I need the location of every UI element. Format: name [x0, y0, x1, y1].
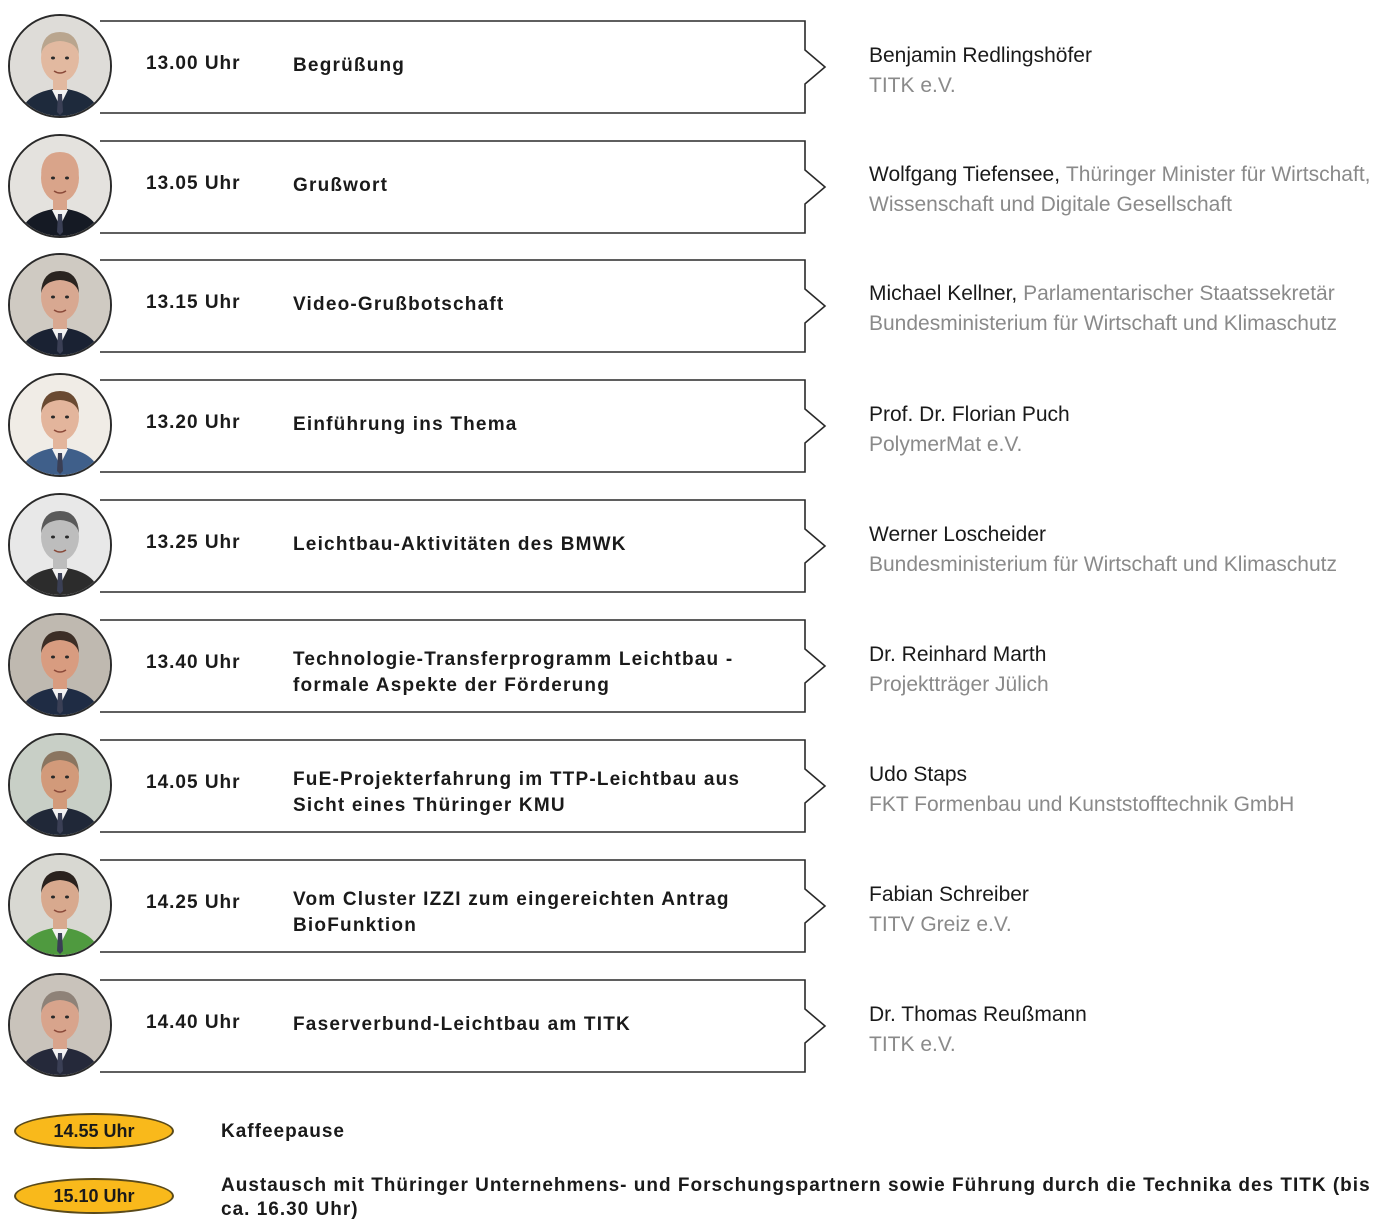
speaker-avatar — [8, 973, 112, 1077]
speaker-affiliation: TITK e.V. — [869, 74, 956, 97]
speaker-avatar — [8, 853, 112, 957]
speaker-avatar — [8, 253, 112, 357]
agenda-item: 13.20 Uhr Einführung ins Thema Prof. Dr.… — [0, 373, 1374, 477]
agenda-time: 13.40 Uhr — [146, 652, 241, 673]
agenda-title: Grußwort — [293, 175, 389, 196]
agenda-time: 14.40 Uhr — [146, 1012, 241, 1033]
break-description: Kaffeepause — [221, 1121, 345, 1142]
speaker-name: Fabian Schreiber — [869, 883, 1029, 906]
agenda-time: 13.20 Uhr — [146, 412, 241, 433]
agenda-time: 13.00 Uhr — [146, 53, 241, 74]
speaker-info: Wolfgang Tiefensee, Thüringer Minister f… — [869, 160, 1374, 220]
agenda-time: 14.05 Uhr — [146, 772, 241, 793]
agenda-title: Vom Cluster IZZI zum eingereichten Antra… — [293, 889, 730, 936]
speaker-info: Michael Kellner, Parlamentarischer Staat… — [869, 279, 1374, 339]
agenda-time: 14.25 Uhr — [146, 892, 241, 913]
agenda-title: Video-Grußbotschaft — [293, 294, 505, 315]
agenda-title: Begrüßung — [293, 55, 406, 76]
speaker-info: Dr. Reinhard Marth Projektträger Jülich — [869, 640, 1374, 700]
speaker-avatar — [8, 613, 112, 717]
speaker-affiliation: FKT Formenbau und Kunststofftechnik GmbH — [869, 793, 1295, 816]
speaker-name: Werner Loscheider — [869, 523, 1047, 546]
agenda-item: 13.25 Uhr Leichtbau-Aktivitäten des BMWK… — [0, 493, 1374, 597]
agenda-time: 13.05 Uhr — [146, 173, 241, 194]
speaker-info: Benjamin Redlingshöfer TITK e.V. — [869, 41, 1374, 101]
speaker-avatar — [8, 493, 112, 597]
speaker-name: Dr. Reinhard Marth — [869, 643, 1047, 666]
speaker-avatar — [8, 14, 112, 118]
speaker-avatar — [8, 733, 112, 837]
agenda-title: FuE-Projekterfahrung im TTP-Leichtbau au… — [293, 769, 741, 816]
agenda-title: Faserverbund-Leichtbau am TITK — [293, 1014, 631, 1035]
break-time-badge: 14.55 Uhr — [14, 1113, 174, 1149]
speaker-avatar — [8, 373, 112, 477]
speaker-name: Wolfgang Tiefensee, — [869, 163, 1061, 186]
agenda-item: 13.15 Uhr Video-Grußbotschaft Michael Ke… — [0, 253, 1374, 357]
break-time-badge: 15.10 Uhr — [14, 1178, 174, 1214]
agenda-item: 14.05 Uhr FuE-Projekterfahrung im TTP-Le… — [0, 733, 1374, 837]
agenda-item: 14.25 Uhr Vom Cluster IZZI zum eingereic… — [0, 853, 1374, 957]
agenda-title: Leichtbau-Aktivitäten des BMWK — [293, 534, 627, 555]
agenda-item: 14.40 Uhr Faserverbund-Leichtbau am TITK… — [0, 973, 1374, 1077]
break-description: Austausch mit Thüringer Unternehmens- un… — [221, 1175, 1371, 1220]
speaker-info: Dr. Thomas Reußmann TITK e.V. — [869, 1000, 1374, 1060]
agenda-time: 13.25 Uhr — [146, 532, 241, 553]
speaker-affiliation: PolymerMat e.V. — [869, 433, 1023, 456]
speaker-name: Udo Staps — [869, 763, 968, 786]
speaker-avatar — [8, 134, 112, 238]
speaker-name: Prof. Dr. Florian Puch — [869, 403, 1070, 426]
speaker-name: Benjamin Redlingshöfer — [869, 44, 1092, 67]
agenda-time: 13.15 Uhr — [146, 292, 241, 313]
speaker-affiliation: TITK e.V. — [869, 1033, 956, 1056]
speaker-affiliation: Bundesministerium für Wirtschaft und Kli… — [869, 553, 1337, 576]
agenda-title: Technologie-Transferprogramm Leichtbau -… — [293, 649, 734, 696]
speaker-info: Werner Loscheider Bundesministerium für W… — [869, 520, 1374, 580]
speaker-info: Udo Staps FKT Formenbau und Kunststofftec… — [869, 760, 1374, 820]
speaker-affiliation: TITV Greiz e.V. — [869, 913, 1012, 936]
agenda-title: Einführung ins Thema — [293, 414, 518, 435]
speaker-info: Prof. Dr. Florian Puch PolymerMat e.V. — [869, 400, 1374, 460]
agenda-item: 13.05 Uhr Grußwort Wolfgang Tiefensee, T… — [0, 134, 1374, 238]
speaker-name: Michael Kellner, — [869, 282, 1018, 305]
agenda-item: 13.40 Uhr Technologie-Transferprogramm L… — [0, 613, 1374, 717]
agenda-item: 13.00 Uhr Begrüßung Benjamin Redlingshöf… — [0, 14, 1374, 118]
speaker-info: Fabian Schreiber TITV Greiz e.V. — [869, 880, 1374, 940]
speaker-name: Dr. Thomas Reußmann — [869, 1003, 1087, 1026]
speaker-affiliation: Projektträger Jülich — [869, 673, 1049, 696]
